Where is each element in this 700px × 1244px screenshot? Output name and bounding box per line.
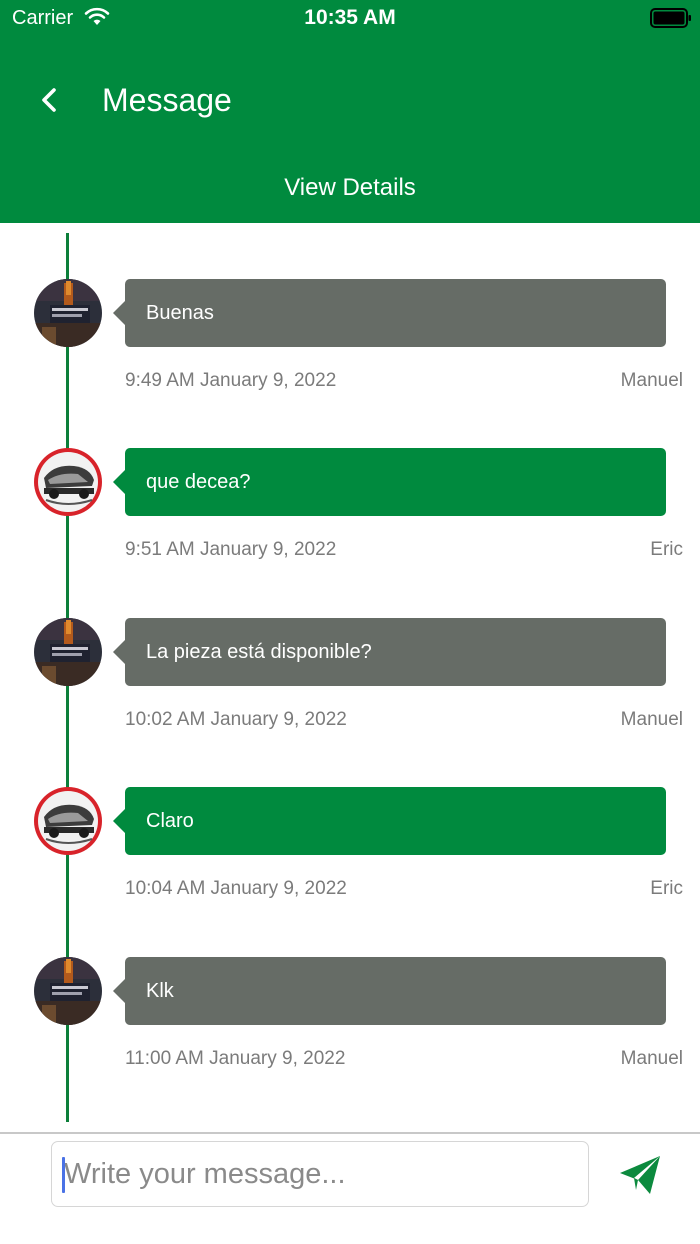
- message-item: que decea? 9:51 AM January 9, 2022 Eric: [0, 448, 700, 568]
- page-title: Message: [102, 82, 232, 118]
- message-sender: Manuel: [620, 1048, 683, 1069]
- message-timestamp: 10:04 AM January 9, 2022: [125, 878, 347, 899]
- message-bubble: Claro: [113, 787, 666, 855]
- composer-divider: [0, 1132, 700, 1134]
- manuel-avatar[interactable]: [34, 279, 102, 347]
- battery-icon: [650, 8, 691, 28]
- eric-avatar[interactable]: [34, 448, 102, 516]
- message-bubble: que decea?: [113, 448, 666, 516]
- message-bubble: Klk: [113, 957, 666, 1025]
- message-sender: Manuel: [620, 709, 683, 730]
- message-sender: Manuel: [620, 370, 683, 391]
- message-timestamp: 9:49 AM January 9, 2022: [125, 370, 337, 391]
- app-header: Carrier 10:35 AM Message View Details: [0, 0, 700, 223]
- message-item: Buenas 9:49 AM January 9, 2022 Manuel: [0, 279, 700, 399]
- message-bubble: La pieza está disponible?: [113, 618, 666, 686]
- status-bar: Carrier 10:35 AM: [0, 0, 700, 36]
- status-time: 10:35 AM: [304, 6, 396, 29]
- message-item: Claro 10:04 AM January 9, 2022 Eric: [0, 787, 700, 907]
- back-button[interactable]: [30, 78, 70, 122]
- message-item: Klk 11:00 AM January 9, 2022 Manuel: [0, 957, 700, 1077]
- message-item: La pieza está disponible? 10:02 AM Janua…: [0, 618, 700, 738]
- eric-avatar[interactable]: [34, 787, 102, 855]
- message-sender: Eric: [650, 539, 683, 560]
- manuel-avatar[interactable]: [34, 618, 102, 686]
- message-timestamp: 9:51 AM January 9, 2022: [125, 539, 337, 560]
- manuel-avatar[interactable]: [34, 957, 102, 1025]
- message-bubble: Buenas: [113, 279, 666, 347]
- message-timestamp: 10:02 AM January 9, 2022: [125, 709, 347, 730]
- message-sender: Eric: [650, 878, 683, 899]
- send-icon[interactable]: [616, 1150, 664, 1198]
- message-timestamp: 11:00 AM January 9, 2022: [125, 1048, 346, 1069]
- message-input[interactable]: [51, 1141, 589, 1207]
- view-details-button[interactable]: View Details: [0, 174, 700, 202]
- text-cursor: [62, 1157, 65, 1193]
